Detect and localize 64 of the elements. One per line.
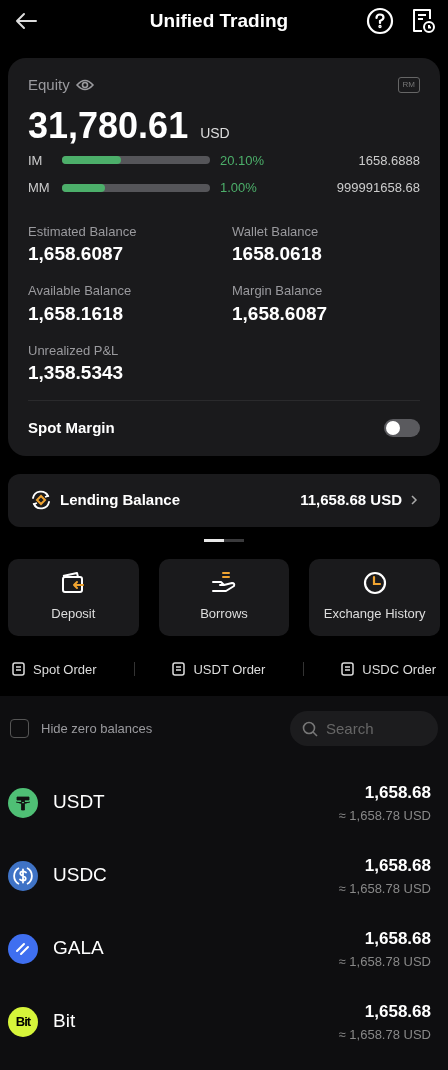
balance-label: Unrealized P&L — [28, 341, 120, 360]
balance-label: Estimated Balance — [28, 222, 138, 241]
margin-percent: 1.00% — [220, 179, 257, 197]
checkbox[interactable] — [10, 719, 29, 738]
balance-value: 1,358.5343 — [28, 361, 125, 385]
order-link[interactable]: Spot Order — [12, 659, 97, 679]
help-icon[interactable] — [366, 7, 394, 35]
document-icon — [12, 662, 25, 677]
document-clock-icon[interactable] — [410, 7, 436, 35]
currency-label: USD — [200, 123, 230, 143]
asset-name: USDC — [53, 863, 107, 888]
asset-row[interactable]: USDC 1,658.68 ≈ 1,658.78 USD — [0, 839, 448, 912]
asset-usd-value: ≈ 1,658.78 USD — [338, 952, 431, 971]
asset-amount: 1,658.68 — [364, 782, 431, 804]
spot-margin-label: Spot Margin — [28, 418, 115, 438]
asset-usd-value: ≈ 1,658.78 USD — [338, 806, 431, 825]
balance-value: 1,658.1618 — [28, 301, 125, 326]
equity-amount: 31,780.61 — [28, 104, 189, 147]
equity-label: Equity — [28, 75, 70, 95]
balance-value: 1,658.6087 — [28, 242, 125, 266]
order-link[interactable]: USDC Order — [341, 659, 436, 679]
asset-name: GALA — [53, 936, 104, 961]
clock-icon — [361, 570, 388, 597]
back-arrow-icon — [15, 12, 37, 30]
asset-usd-value: ≈ 1,658.78 USD — [338, 879, 431, 898]
margin-label: IM — [28, 151, 44, 170]
document-icon — [172, 662, 186, 677]
spot-margin-toggle[interactable] — [384, 419, 420, 438]
action-tile[interactable]: Borrows — [158, 558, 290, 636]
eye-icon[interactable] — [75, 78, 94, 93]
document-icon — [341, 662, 355, 677]
margin-label: MM — [28, 179, 51, 197]
action-tile[interactable]: Exchange History — [309, 558, 440, 636]
exchange-cycle-icon — [30, 489, 52, 511]
asset-amount: 1,658.68 — [364, 1001, 431, 1023]
asset-usd-value: ≈ 1,658.78 USD — [338, 1025, 431, 1044]
asset-amount: 1,658.68 — [364, 928, 431, 950]
order-link[interactable]: USDT Order — [172, 659, 266, 679]
chevron-right-icon — [410, 494, 418, 506]
balance-label: Margin Balance — [232, 282, 324, 300]
action-label: Deposit — [51, 605, 96, 624]
search-field[interactable]: Search — [290, 711, 438, 746]
asset-name: Bit — [53, 1009, 76, 1034]
asset-row[interactable]: USDT 1,658.68 ≈ 1,658.78 USD — [0, 766, 448, 839]
margin-percent: 20.10% — [220, 151, 265, 170]
balance-value: 1,658.6087 — [232, 301, 329, 326]
asset-amount: 1,658.68 — [364, 855, 431, 877]
balance-label: Available Balance — [28, 282, 133, 300]
coin-logo: Bit — [8, 1006, 38, 1037]
balance-value: 1658.0618 — [232, 242, 323, 266]
asset-row[interactable]: GALA 1,658.68 ≈ 1,658.78 USD — [0, 912, 448, 985]
search-icon — [302, 721, 318, 737]
action-label: Exchange History — [323, 605, 426, 624]
hide-zero-checkbox[interactable]: Hide zero balances — [10, 718, 153, 739]
asset-name: USDT — [53, 790, 105, 815]
mode-badge[interactable]: RM — [397, 77, 420, 94]
margin-value: 1658.6888 — [358, 151, 420, 170]
balance-label: Wallet Balance — [232, 222, 320, 241]
page-title: Unified Trading — [149, 8, 289, 33]
action-tile[interactable]: Deposit — [8, 558, 139, 636]
action-label: Borrows — [200, 605, 248, 624]
lending-balance-row[interactable]: Lending Balance 11,658.68 USD — [8, 473, 440, 527]
asset-row[interactable]: Bit Bit 1,658.68 ≈ 1,658.78 USD — [0, 985, 448, 1058]
margin-value: 999991658.68 — [336, 179, 420, 197]
